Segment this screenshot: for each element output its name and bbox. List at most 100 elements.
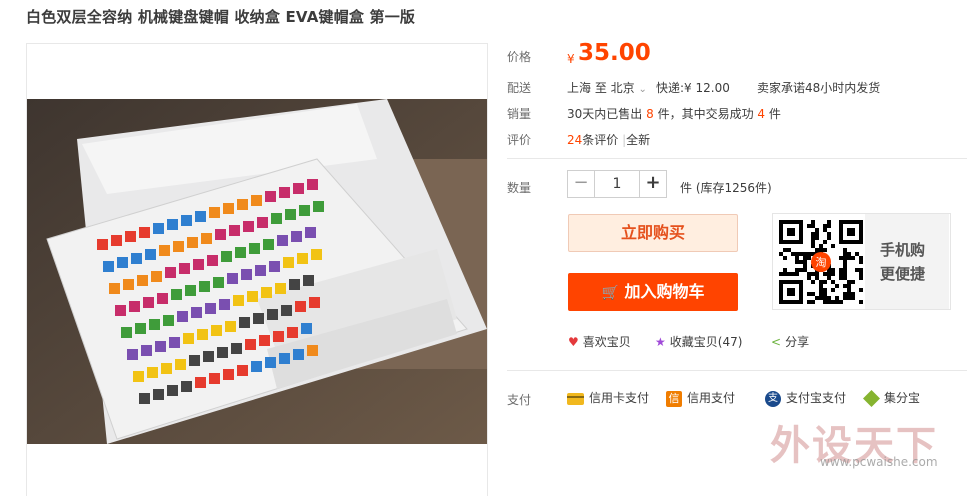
sales-info: 30天内已售出 8 件，其中交易成功 4 件 xyxy=(567,105,781,122)
keycap xyxy=(303,275,314,286)
qr-module xyxy=(831,300,835,304)
keycap xyxy=(297,253,308,264)
keycap xyxy=(167,219,178,230)
keycap xyxy=(291,231,302,242)
keycap xyxy=(265,191,276,202)
product-photo[interactable] xyxy=(27,99,487,444)
keycap xyxy=(117,257,128,268)
qr-module xyxy=(787,272,791,276)
qr-module xyxy=(843,272,847,276)
keycap xyxy=(159,245,170,256)
quantity-stepper: − 1 + xyxy=(567,170,667,198)
keycap xyxy=(261,287,272,298)
keycap xyxy=(149,319,160,330)
keycap xyxy=(167,385,178,396)
qr-module xyxy=(855,268,859,272)
keycap xyxy=(293,183,304,194)
like-label: 喜欢宝贝 xyxy=(582,335,631,349)
qr-module xyxy=(843,292,847,296)
keycap xyxy=(183,333,194,344)
keycap xyxy=(137,275,148,286)
share-label: 分享 xyxy=(785,335,810,349)
qr-module xyxy=(799,268,803,272)
pay-alipay[interactable]: 支支付宝支付 xyxy=(765,389,846,407)
pay-jifenbao[interactable]: 集分宝 xyxy=(863,389,920,407)
add-to-cart-button[interactable]: 🛒 加入购物车 xyxy=(568,273,738,311)
qr-module xyxy=(791,272,795,276)
keycap xyxy=(163,315,174,326)
qr-module xyxy=(823,280,827,284)
keycap xyxy=(301,323,312,334)
keycap xyxy=(193,259,204,270)
qr-module xyxy=(779,272,783,276)
keycap xyxy=(281,305,292,316)
pay-credit-card[interactable]: 信用卡支付 xyxy=(567,389,649,406)
qr-module xyxy=(835,284,839,288)
qr-module xyxy=(795,252,799,256)
quantity-increase-button[interactable]: + xyxy=(639,170,667,198)
qr-module xyxy=(827,232,831,236)
qr-module xyxy=(795,256,799,260)
keycap xyxy=(293,349,304,360)
keycap xyxy=(311,249,322,260)
keycap xyxy=(161,363,172,374)
keycap xyxy=(221,251,232,262)
reviews-count-suffix[interactable]: 条评价 xyxy=(582,133,618,147)
collect-link[interactable]: ★ 收藏宝贝(47) xyxy=(655,333,742,350)
keycap xyxy=(223,369,234,380)
like-link[interactable]: ♥ 喜欢宝贝 xyxy=(568,333,631,350)
qr-module xyxy=(783,272,787,276)
keycap xyxy=(127,349,138,360)
keycap xyxy=(253,313,264,324)
qr-module xyxy=(847,296,851,300)
taobao-badge: 淘 xyxy=(816,256,827,269)
qr-module xyxy=(807,272,811,276)
qr-module xyxy=(799,252,803,256)
qr-module xyxy=(811,292,815,296)
qr-module xyxy=(827,300,831,304)
qr-module xyxy=(831,280,835,284)
share-link[interactable]: < 分享 xyxy=(771,333,809,350)
keycap xyxy=(147,367,158,378)
shipping-promise: 卖家承诺48小时内发货 xyxy=(757,81,881,95)
keycap xyxy=(287,327,298,338)
buy-now-button[interactable]: 立即购买 xyxy=(568,214,738,252)
keycap xyxy=(191,307,202,318)
keycap xyxy=(257,217,268,228)
keycap xyxy=(207,255,218,266)
keycap xyxy=(199,281,210,292)
keycap xyxy=(223,203,234,214)
keycap xyxy=(97,239,108,250)
mobile-promo-line1: 手机购 xyxy=(880,241,926,259)
mobile-promo-line2: 更便捷 xyxy=(880,265,926,283)
sales-success-count: 4 xyxy=(757,107,766,121)
reviews-count[interactable]: 24 xyxy=(567,133,582,147)
qr-module xyxy=(859,300,863,304)
quantity-input[interactable]: 1 xyxy=(595,170,639,198)
keycap xyxy=(249,243,260,254)
keycap xyxy=(239,317,250,328)
keycap xyxy=(243,221,254,232)
item-condition: 全新 xyxy=(626,133,651,147)
qr-code-icon: 淘 xyxy=(779,220,863,304)
qr-module xyxy=(831,288,835,292)
pay-xinyong[interactable]: 信信用支付 xyxy=(666,389,735,407)
keycap xyxy=(305,227,316,238)
qr-module xyxy=(811,224,815,228)
qr-module xyxy=(819,244,823,248)
qr-module xyxy=(795,272,799,276)
delivery-label: 配送 xyxy=(507,81,532,95)
qr-module xyxy=(819,284,823,288)
keycap xyxy=(179,263,190,274)
qr-module xyxy=(819,280,823,284)
keycap xyxy=(241,269,252,280)
qr-module xyxy=(819,248,823,252)
divider xyxy=(507,158,967,159)
quantity-decrease-button[interactable]: − xyxy=(567,170,595,198)
delivery-route[interactable]: 上海 至 北京 ⌄ xyxy=(567,79,647,96)
keycap xyxy=(143,297,154,308)
qr-module xyxy=(795,260,799,264)
qr-module xyxy=(791,252,795,256)
qr-module xyxy=(843,268,847,272)
add-to-cart-label: 加入购物车 xyxy=(624,282,705,301)
